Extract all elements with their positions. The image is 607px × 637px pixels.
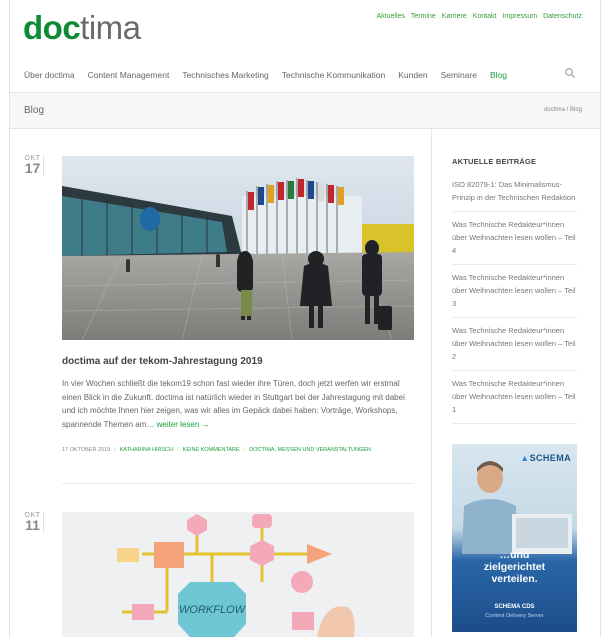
post-meta-separator: / <box>114 447 116 453</box>
post-meta: 17 OKTOBER 2019 / KATHARINA HIRSCH / KEI… <box>62 447 371 453</box>
sidebar-divider <box>431 129 432 637</box>
ad-headline-line2: zielgerichtet <box>483 561 546 573</box>
read-more-link[interactable]: weiter lesen → <box>157 420 210 429</box>
post-meta-categories[interactable]: DOCTIMA, MESSEN UND VERANSTALTUNGEN <box>249 447 371 453</box>
sidebar-heading: AKTUELLE BEITRÄGE <box>452 157 537 166</box>
nav-item-technisches-marketing[interactable]: Technisches Marketing <box>182 70 268 80</box>
ad-brand-text: SCHEMA <box>529 453 571 463</box>
schema-ad-banner[interactable]: ▲SCHEMA …und zielgerichtet verteilen. SC… <box>452 444 577 632</box>
recent-post-link[interactable]: ISO 82079-1: Das Minimalismus-Prinzip in… <box>452 175 577 212</box>
top-links: Aktuelles Termine Karriere Kontakt Impre… <box>376 13 582 20</box>
post-image-tekom[interactable] <box>62 156 414 340</box>
site-logo[interactable]: doctima <box>23 8 141 48</box>
ad-headline-line3: verteilen. <box>491 573 538 585</box>
post-excerpt: In vier Wochen schließt die tekom19 scho… <box>62 377 417 431</box>
post-date-badge: OKT 11 <box>24 512 44 532</box>
logo-part-doc: doc <box>23 9 81 46</box>
search-icon[interactable] <box>564 67 576 79</box>
top-link-impressum[interactable]: Impressum <box>502 13 537 20</box>
nav-item-technische-kommunikation[interactable]: Technische Kommunikation <box>282 70 385 80</box>
post-date-day: 11 <box>25 517 40 533</box>
main-nav: Über doctima Content Management Technisc… <box>24 70 507 80</box>
top-link-datenschutz[interactable]: Datenschutz <box>543 13 582 20</box>
post-date-badge: OKT 17 <box>24 155 44 175</box>
ad-headline-line1: …und <box>499 549 530 561</box>
post-meta-separator: / <box>177 447 179 453</box>
nav-item-kunden[interactable]: Kunden <box>398 70 427 80</box>
title-bar: Blog doctima / Blog <box>10 92 600 129</box>
page-frame: doctima Aktuelles Termine Karriere Konta… <box>9 0 601 637</box>
post-separator <box>62 483 414 484</box>
recent-posts-list: ISO 82079-1: Das Minimalismus-Prinzip in… <box>452 175 577 427</box>
post-title[interactable]: doctima auf der tekom-Jahrestagung 2019 <box>62 356 263 367</box>
top-link-aktuelles[interactable]: Aktuelles <box>376 13 404 20</box>
top-link-termine[interactable]: Termine <box>411 13 436 20</box>
nav-item-ueber-doctima[interactable]: Über doctima <box>24 70 75 80</box>
schema-logo-icon: ▲ <box>520 453 530 463</box>
page-title: Blog <box>24 105 45 116</box>
recent-post-link[interactable]: Was Technische Redakteur*innen über Weih… <box>452 321 577 371</box>
top-link-karriere[interactable]: Karriere <box>442 13 467 20</box>
nav-item-content-management[interactable]: Content Management <box>88 70 170 80</box>
recent-post-link[interactable]: Was Technische Redakteur*innen über Weih… <box>452 268 577 318</box>
recent-post-link[interactable]: Was Technische Redakteur*innen über Weih… <box>452 215 577 265</box>
post-meta-comments[interactable]: KEINE KOMMENTARE <box>183 447 240 453</box>
breadcrumb[interactable]: doctima / Blog <box>544 107 582 113</box>
nav-item-seminare[interactable]: Seminare <box>441 70 477 80</box>
logo-part-tima: tima <box>80 9 141 46</box>
post-meta-separator: / <box>243 447 246 453</box>
ad-brand: ▲SCHEMA <box>520 453 571 463</box>
recent-post-link[interactable]: Was Technische Redakteur*innen über Weih… <box>452 374 577 424</box>
ad-product-sub: Content Delivery Server <box>485 613 544 619</box>
nav-item-blog[interactable]: Blog <box>490 70 507 80</box>
post-image-workflow[interactable]: WORKFLOW <box>62 512 414 637</box>
post-date-day: 17 <box>24 160 41 176</box>
ad-headline: …und zielgerichtet verteilen. <box>452 549 577 585</box>
post-meta-date: 17 OKTOBER 2019 <box>62 447 111 453</box>
workflow-label: WORKFLOW <box>179 604 247 616</box>
top-link-kontakt[interactable]: Kontakt <box>473 13 497 20</box>
ad-product: SCHEMA CDS <box>494 604 535 610</box>
post-meta-author[interactable]: KATHARINA HIRSCH <box>120 447 173 453</box>
post-excerpt-text: In vier Wochen schließt die tekom19 scho… <box>62 379 405 429</box>
